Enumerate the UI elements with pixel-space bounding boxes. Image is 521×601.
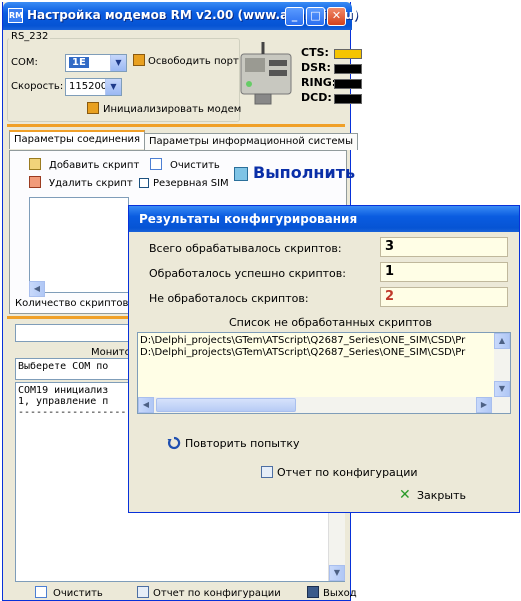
- reserve-sim-checkbox[interactable]: [139, 178, 149, 188]
- ring-indicator: [334, 79, 362, 89]
- results-dialog: Результаты конфигурирования Всего обраба…: [128, 205, 520, 513]
- maximize-button[interactable]: □: [306, 7, 325, 26]
- com-label: COM:: [11, 57, 38, 68]
- failed-scripts-value: 2: [380, 287, 508, 307]
- add-script-icon: [29, 158, 41, 170]
- failed-script-item[interactable]: D:\Delphi_projects\GTem\ATScript\Q2687_S…: [140, 347, 465, 358]
- report-button[interactable]: Отчет по конфигурации: [153, 588, 281, 599]
- app-icon: RM: [8, 8, 23, 23]
- chevron-down-icon[interactable]: ▼: [110, 55, 126, 71]
- progress-field: [15, 324, 135, 342]
- clear-log-button[interactable]: Очистить: [53, 588, 103, 599]
- add-script-button[interactable]: Добавить скрипт: [49, 160, 139, 171]
- delete-script-icon: [29, 176, 41, 188]
- close-dialog-button[interactable]: Закрыть: [417, 489, 466, 502]
- failed-list-title: Список не обработанных скриптов: [229, 316, 433, 329]
- init-modem-button[interactable]: Инициализировать модем: [103, 104, 241, 115]
- release-port-icon: [133, 54, 145, 66]
- ok-scripts-label: Обработалось успешно скриптов:: [149, 267, 346, 280]
- exit-button[interactable]: Выход: [323, 588, 357, 599]
- cts-indicator: [334, 49, 362, 59]
- list-vscrollbar[interactable]: ▲ ▼: [494, 333, 510, 397]
- dsr-label: DSR:: [301, 61, 331, 74]
- scroll-right-icon[interactable]: ▶: [476, 397, 492, 413]
- com-value: 1E: [69, 57, 89, 68]
- dsr-indicator: [334, 64, 362, 74]
- run-button[interactable]: Выполнить: [253, 163, 355, 182]
- list-hscrollbar[interactable]: ◀ ▶: [138, 397, 510, 413]
- scroll-down-icon[interactable]: ▼: [494, 381, 510, 397]
- release-port-button[interactable]: Освободить порт: [148, 56, 239, 67]
- failed-script-item[interactable]: D:\Delphi_projects\GTem\ATScript\Q2687_S…: [140, 335, 465, 346]
- com-select[interactable]: 1E ▼: [65, 54, 127, 72]
- minimize-button[interactable]: _: [285, 7, 304, 26]
- chevron-down-icon[interactable]: ▼: [105, 79, 121, 95]
- close-x-icon: ✕: [399, 487, 411, 503]
- separator: [7, 124, 345, 127]
- total-scripts-label: Всего обрабатывалось скриптов:: [149, 242, 342, 255]
- clear-scripts-button[interactable]: Очистить: [170, 160, 220, 171]
- scroll-left-icon[interactable]: ◀: [29, 281, 45, 297]
- dcd-indicator: [334, 94, 362, 104]
- report-icon: [137, 586, 149, 598]
- title-bar[interactable]: RM Настройка модемов RM v2.00 (www.analy…: [3, 2, 358, 30]
- failed-scripts-label: Не обработалось скриптов:: [149, 292, 309, 305]
- close-button[interactable]: ✕: [327, 7, 346, 26]
- scroll-left-icon[interactable]: ◀: [138, 397, 154, 413]
- scroll-down-icon[interactable]: ▼: [329, 565, 345, 581]
- script-list[interactable]: [29, 197, 129, 293]
- config-report-icon: [261, 466, 273, 478]
- total-scripts-value: 3: [380, 237, 508, 257]
- dialog-title-bar[interactable]: Результаты конфигурирования: [129, 206, 519, 232]
- rs232-legend: RS_232: [9, 31, 51, 42]
- scroll-thumb[interactable]: [156, 398, 296, 412]
- run-icon: [234, 167, 248, 181]
- reserve-sim-label: Резервная SIM: [153, 178, 229, 189]
- scripts-count-label: Количество скриптов: [15, 298, 129, 309]
- modem-image: [235, 40, 299, 110]
- dcd-label: DCD:: [301, 91, 332, 104]
- retry-icon: [167, 436, 181, 450]
- dialog-title: Результаты конфигурирования: [139, 212, 358, 226]
- tab-strip: Параметры соединения Параметры информаци…: [9, 130, 358, 151]
- ok-scripts-value: 1: [380, 262, 508, 282]
- clear-log-icon: [35, 586, 47, 598]
- tab-info-system-params[interactable]: Параметры информационной системы: [144, 133, 358, 150]
- config-report-button[interactable]: Отчет по конфигурации: [277, 466, 418, 479]
- speed-select[interactable]: 115200 ▼: [65, 78, 122, 96]
- ring-label: RING:: [301, 76, 337, 89]
- cts-label: CTS:: [301, 46, 329, 59]
- tab-connection-params[interactable]: Параметры соединения: [9, 130, 145, 149]
- exit-icon: [307, 586, 319, 598]
- retry-button[interactable]: Повторить попытку: [185, 437, 300, 450]
- speed-value: 115200: [69, 81, 108, 92]
- init-modem-icon: [87, 102, 99, 114]
- delete-script-button[interactable]: Удалить скрипт: [49, 178, 133, 189]
- failed-scripts-list[interactable]: D:\Delphi_projects\GTem\ATScript\Q2687_S…: [137, 332, 511, 414]
- speed-label: Скорость:: [11, 81, 64, 92]
- scroll-up-icon[interactable]: ▲: [494, 333, 510, 349]
- clear-icon: [150, 158, 162, 170]
